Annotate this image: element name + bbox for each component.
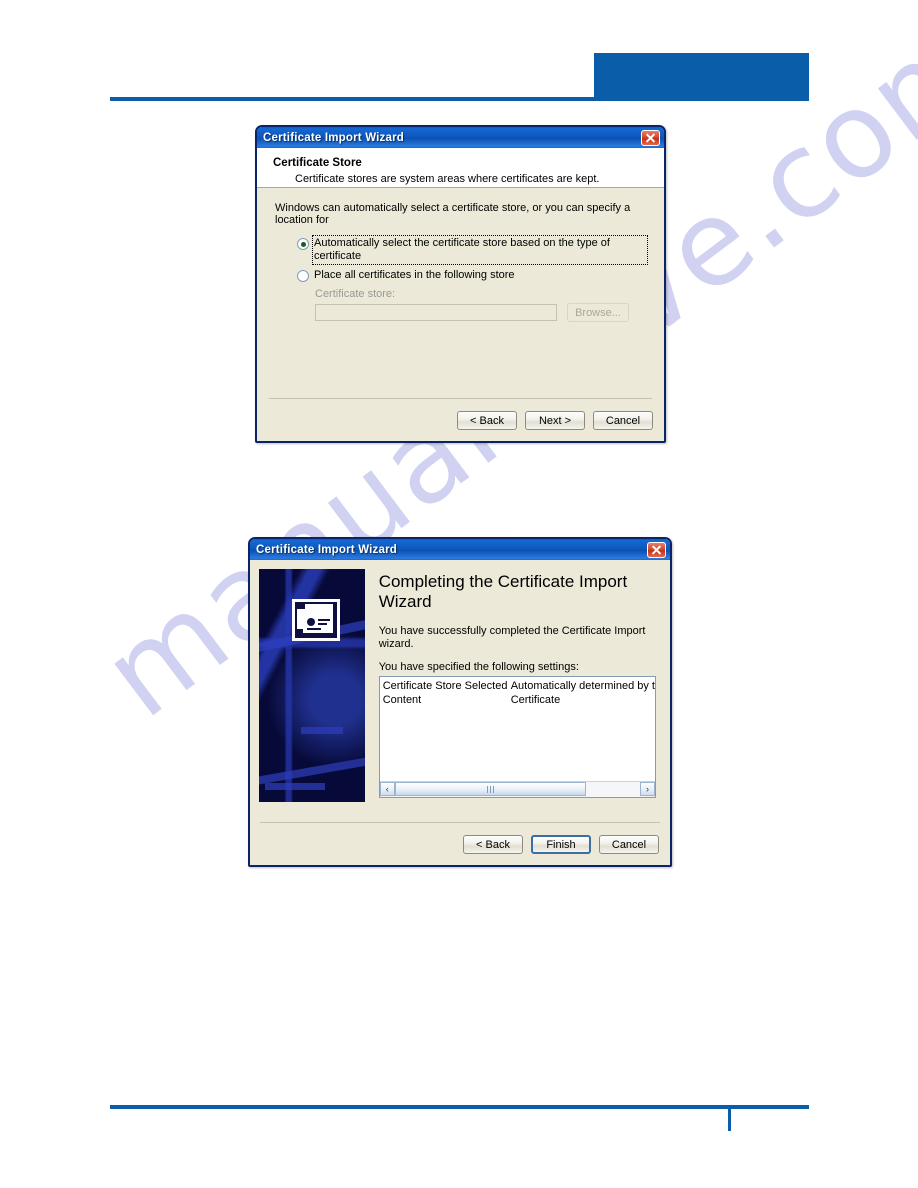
dialog-title: Certificate Import Wizard [263,131,405,144]
radio-button-icon[interactable] [297,270,309,282]
scroll-left-arrow-icon[interactable]: ‹ [379,782,395,796]
wizard-finish-body: Completing the Certificate Import Wizard… [250,560,670,802]
dialog-titlebar[interactable]: Certificate Import Wizard [250,539,670,560]
setting-value: Certificate [510,694,561,706]
dialog-button-row: < Back Next > Cancel [457,411,653,430]
close-icon[interactable] [647,541,666,558]
list-item[interactable]: Content Certificate [383,693,655,707]
certificate-store-input[interactable] [315,304,557,321]
back-button[interactable]: < Back [457,411,517,430]
wizard-header-subtitle: Certificate stores are system areas wher… [295,173,600,185]
close-icon[interactable] [641,129,660,146]
browse-button[interactable]: Browse... [567,303,629,322]
settings-list: Certificate Store Selected Automatically… [380,677,655,707]
dialog-titlebar[interactable]: Certificate Import Wizard [257,127,664,148]
wizard-banner-image [259,569,365,802]
radio-option-automatic-label: Automatically select the certificate sto… [312,235,648,265]
intro-text: Windows can automatically select a certi… [275,202,631,226]
dialog-button-row: < Back Finish Cancel [463,835,659,854]
scrollbar-track[interactable] [394,782,640,797]
list-item[interactable]: Certificate Store Selected Automatically… [383,679,655,693]
success-message: You have successfully completed the Cert… [378,625,646,650]
wizard-header-title: Certificate Store [273,157,362,169]
page-footer-tick [728,1108,731,1131]
back-button[interactable]: < Back [463,835,523,854]
cancel-button[interactable]: Cancel [593,411,653,430]
certificate-import-finish-dialog: Certificate Import Wizard Completing the… [248,537,672,867]
page-title: Completing the Certificate Import Wizard [378,572,628,611]
wizard-content: Windows can automatically select a certi… [257,188,664,322]
settings-listbox[interactable]: Certificate Store Selected Automatically… [378,676,656,798]
certificate-store-row: Browse... [315,303,646,322]
radio-option-specify-store-label: Place all certificates in the following … [314,269,515,281]
certificate-store-label: Certificate store: [315,288,396,300]
page-header-accent-block [594,53,809,100]
radio-button-icon[interactable] [297,238,309,250]
page-header-rule [110,97,809,101]
scrollbar-thumb[interactable] [394,782,587,796]
setting-value: Automatically determined by t [510,680,655,692]
wizard-header: Certificate Store Certificate stores are… [257,148,664,188]
settings-label: You have specified the following setting… [378,661,579,673]
horizontal-scrollbar[interactable]: ‹ › [379,781,655,797]
footer-separator [260,822,660,823]
page-footer-rule [110,1105,809,1109]
scroll-right-arrow-icon[interactable]: › [640,782,655,796]
finish-button[interactable]: Finish [531,835,591,854]
radio-option-automatic[interactable]: Automatically select the certificate sto… [297,235,648,265]
next-button[interactable]: Next > [525,411,585,430]
footer-separator [269,398,652,399]
setting-key: Certificate Store Selected [382,680,508,692]
radio-option-specify-store[interactable]: Place all certificates in the following … [297,269,646,282]
dialog-title: Certificate Import Wizard [256,543,398,556]
dialog-body: Certificate Store Certificate stores are… [257,148,664,441]
setting-key: Content [382,694,422,706]
dialog-body: Completing the Certificate Import Wizard… [250,560,670,865]
certificate-store-dialog: Certificate Import Wizard Certificate St… [255,125,666,443]
wizard-finish-main: Completing the Certificate Import Wizard… [365,560,670,802]
certificate-store-group: Certificate store: Browse... [315,288,646,322]
certificate-icon [292,599,340,641]
cancel-button[interactable]: Cancel [599,835,659,854]
